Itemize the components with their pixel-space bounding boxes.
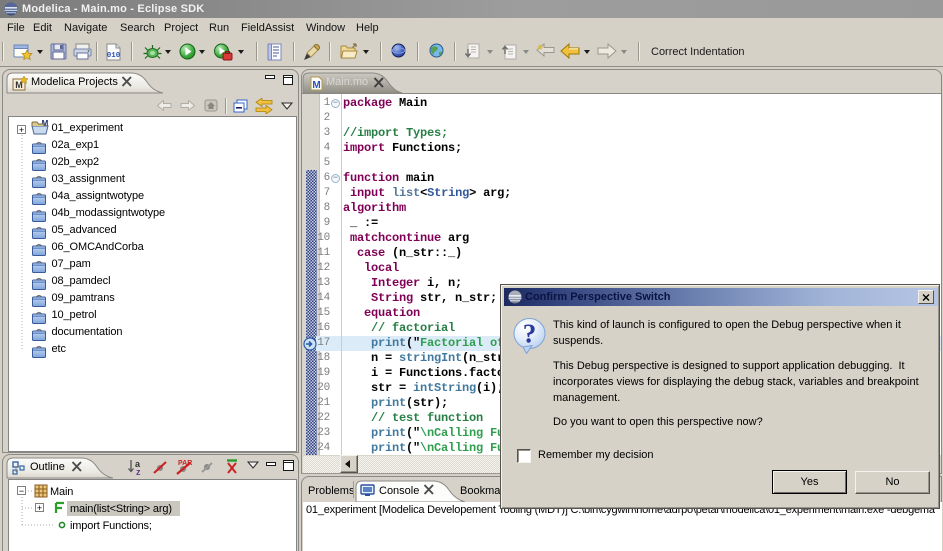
- svg-text:z: z: [136, 467, 141, 476]
- svg-text:010: 010: [107, 52, 121, 60]
- svg-text:?: ?: [523, 319, 537, 349]
- svg-text:M: M: [312, 80, 320, 91]
